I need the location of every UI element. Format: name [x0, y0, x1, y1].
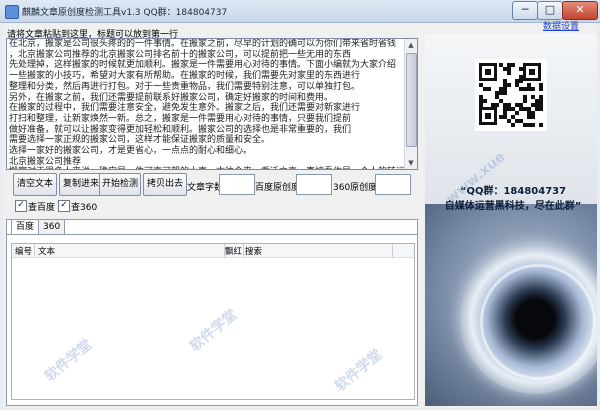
article-line: 选择一家好的搬家公司，才是更省心，一点点的耐心和细心。: [9, 146, 253, 157]
scroll-up-arrow-icon[interactable]: ▲: [405, 39, 417, 51]
column-header-search[interactable]: 搜索: [245, 245, 262, 257]
qr-module: [531, 123, 535, 127]
article-line: 需要选择一家正规的搬家公司，这样才能保证搬家的质量和安全。: [9, 135, 271, 146]
qr-module: [539, 123, 543, 127]
clear-text-button[interactable]: 清空文本: [13, 173, 57, 196]
close-button[interactable]: ✕: [562, 1, 598, 20]
qr-module: [485, 113, 491, 119]
qr-module: [495, 103, 499, 107]
tab-baidu[interactable]: 百度: [11, 219, 40, 234]
app-icon: [5, 5, 19, 19]
baidu-originality-label: 百度原创度: [255, 183, 301, 193]
qr-module: [511, 123, 515, 127]
column-header-text[interactable]: 文本: [38, 245, 55, 257]
scroll-thumb[interactable]: [406, 53, 417, 147]
maximize-button[interactable]: □: [537, 1, 563, 20]
tab-divider: [7, 234, 417, 235]
qr-module: [485, 69, 491, 75]
qr-module: [515, 111, 519, 115]
qr-module: [507, 83, 511, 87]
so360-checkbox[interactable]: ✓: [58, 200, 70, 212]
copy-out-button[interactable]: 拷贝出去: [143, 173, 187, 196]
article-line: 搬家对于很多人来说，确实是一件可喜可贺的大事。古往今来，乔迁之喜一直被看作是一个…: [7, 167, 417, 169]
word-count-field[interactable]: [219, 174, 255, 195]
textarea-scrollbar[interactable]: ▲ ▼: [404, 39, 417, 169]
qr-module: [511, 63, 515, 67]
qr-module: [487, 87, 491, 91]
article-line: 另外，在搬家之前，我们还需要提前联系好搬家公司，确定好搬家的时间和费用。: [9, 92, 334, 103]
article-text: 在北京，搬家是公司很头疼的的一件事情。在搬家之前，尽早的计划的确可以为你们带来省…: [7, 39, 417, 169]
article-line: 北京搬家公司推荐: [9, 156, 82, 167]
column-divider: [34, 244, 35, 257]
qr-module: [529, 69, 535, 75]
article-line: 在北京，搬家是公司很头疼的的一件事情。在搬家之前，尽早的计划的确可以为你们带来省…: [9, 39, 397, 49]
baidu-originality-field[interactable]: [296, 174, 332, 195]
qr-module: [483, 99, 487, 103]
column-header-red[interactable]: 飘红: [225, 245, 242, 257]
article-line: 整理和分类，然后再进行打包。对于一些贵重物品，我们需要特别注意，可以单独打包。: [9, 81, 361, 92]
so360-originality-label: 360原创度: [333, 183, 378, 193]
qr-module: [503, 91, 507, 95]
qr-module: [519, 79, 523, 83]
title-bar: 麒麟文章原创度检测工具v1.3 QQ群：184804737 ─ □ ✕: [0, 0, 600, 23]
qr-module: [507, 71, 511, 75]
article-line: 先处理掉，这样搬家的时候就更加顺利。搬家是一件需要用心对待的事情。下面小编就为大…: [9, 60, 397, 71]
article-line: 一些搬家的小技巧，希望对大家有所帮助。在搬家的时候，我们需要先对家里的东西进行: [9, 71, 361, 82]
start-check-button[interactable]: 开始检测: [99, 173, 141, 196]
minimize-button[interactable]: ─: [512, 1, 538, 20]
qq-group-ad-image: “QQ群：184804737 自媒体运营黑科技，尽在此群”: [425, 34, 597, 406]
copy-in-button[interactable]: 复制进来: [59, 173, 103, 196]
qr-module: [539, 87, 543, 91]
article-line: 打扫和整理，让新家焕然一新。总之，搬家是一件需要用心对待的事情，只要我们提前: [9, 113, 352, 124]
qr-module: [539, 107, 543, 111]
article-line: 做好准备，就可以让搬家变得更加轻松和顺利。搬家公司的选择也是非常重要的，我们: [9, 124, 352, 135]
scroll-down-arrow-icon[interactable]: ▼: [405, 157, 417, 169]
qr-module: [479, 103, 483, 107]
qr-module: [531, 115, 535, 119]
table-header: 编号 文本 飘红 搜索: [12, 244, 414, 258]
column-divider: [392, 244, 393, 257]
article-line: 在搬家的过程中，我们需要注意安全，避免发生意外。搬家之后，我们还需要对新家进行: [9, 103, 361, 114]
so360-checkbox-label: 查360: [71, 203, 98, 213]
article-textarea[interactable]: 在北京，搬家是公司很头疼的的一件事情。在搬家之前，尽早的计划的确可以为你们带来省…: [6, 38, 418, 170]
settings-link[interactable]: 数据设置: [543, 19, 579, 32]
column-divider: [243, 244, 244, 257]
baidu-checkbox-label: 查百度: [28, 203, 56, 213]
tab-360[interactable]: 360: [38, 219, 66, 234]
article-line: ，北京搬家公司推荐的北京搬家公司排名前十的搬家公司，可以提前把一些无用的东西: [9, 49, 352, 60]
column-header-id[interactable]: 编号: [15, 245, 32, 257]
so360-originality-field[interactable]: [375, 174, 411, 195]
window-title: 麒麟文章原创度检测工具v1.3 QQ群：184804737: [22, 8, 228, 18]
qr-module: [519, 67, 523, 71]
qr-module: [523, 99, 527, 103]
word-count-label: 文章字数: [187, 183, 224, 193]
baidu-checkbox[interactable]: ✓: [15, 200, 27, 212]
qr-module: [531, 87, 535, 91]
qr-code-image: [475, 59, 547, 131]
eye-ring: [480, 264, 596, 380]
